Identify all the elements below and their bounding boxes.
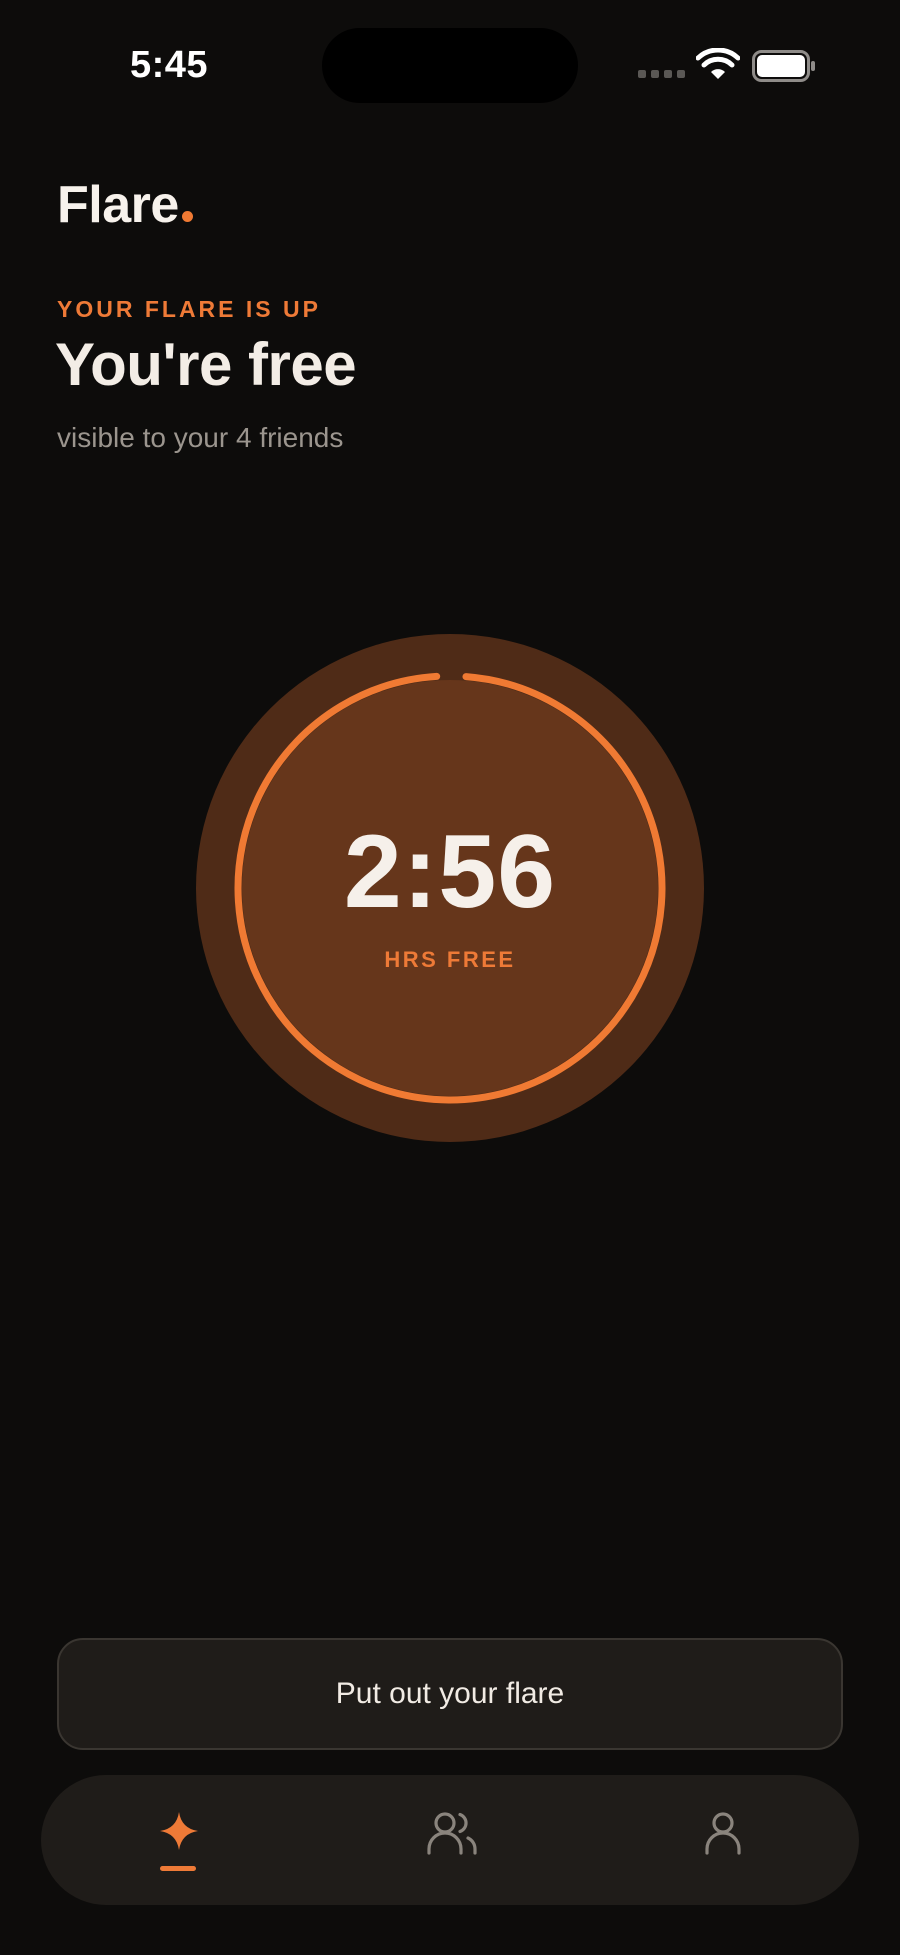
status-eyebrow: YOUR FLARE IS UP	[57, 296, 321, 322]
put-out-flare-button[interactable]: Put out your flare	[57, 1638, 843, 1750]
friends-icon	[427, 1812, 477, 1855]
tab-flare[interactable]	[88, 1775, 268, 1905]
status-headline: You're free	[55, 331, 357, 398]
brand-dot	[181, 211, 193, 222]
wifi-icon	[696, 48, 740, 79]
timer-dial: 2:56 HRS FREE	[195, 633, 705, 1143]
timer-label: HRS FREE	[384, 947, 516, 972]
status-bar: 5:45	[0, 0, 900, 130]
battery-icon	[752, 50, 815, 82]
bottom-tab-bar	[41, 1775, 859, 1905]
active-tab-indicator	[160, 1866, 196, 1871]
dynamic-island	[322, 28, 578, 103]
app-logo: Flare	[57, 175, 193, 235]
visibility-subtext: visible to your 4 friends	[57, 422, 344, 453]
profile-icon	[705, 1812, 741, 1855]
cellular-signal-icon	[638, 70, 685, 78]
status-time: 5:45	[130, 44, 209, 86]
timer-value: 2:56	[343, 814, 557, 930]
tab-profile[interactable]	[632, 1775, 812, 1905]
brand-name: Flare	[57, 176, 179, 234]
sparkle-icon	[160, 1812, 198, 1850]
tab-friends[interactable]	[360, 1775, 540, 1905]
